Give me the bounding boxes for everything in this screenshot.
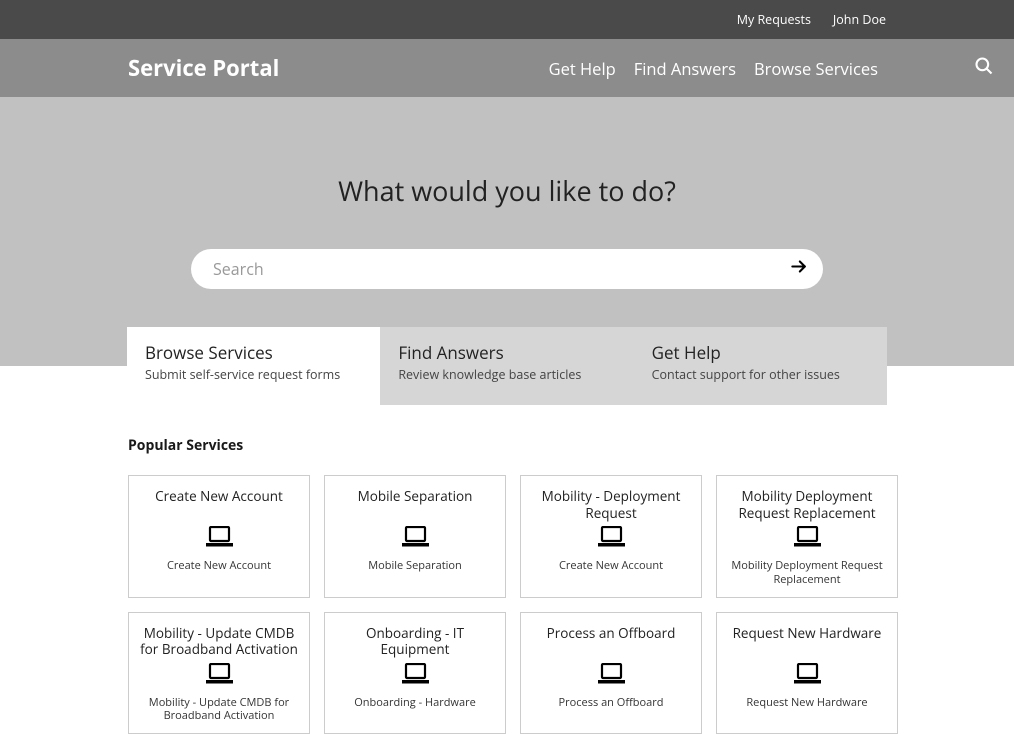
card-title: Mobile Separation	[358, 488, 473, 522]
nav-search-button[interactable]	[974, 56, 994, 81]
card-sub: Mobility Deployment Request Replacement	[725, 559, 889, 587]
search-container	[191, 249, 823, 289]
tab-find-answers[interactable]: Find Answers Review knowledge base artic…	[380, 327, 633, 405]
card-title: Mobility - Update CMDB for Broadband Act…	[137, 625, 301, 659]
card-title: Create New Account	[155, 488, 283, 522]
tab-sub: Review knowledge base articles	[398, 366, 615, 383]
service-card[interactable]: Request New Hardware Request New Hardwar…	[716, 612, 898, 734]
laptop-icon	[401, 663, 430, 690]
card-sub: Mobility - Update CMDB for Broadband Act…	[137, 696, 301, 724]
cards-grid: Create New Account Create New Account Mo…	[128, 475, 886, 734]
hero-title: What would you like to do?	[0, 172, 1014, 209]
hero: What would you like to do? Browse Servic…	[0, 97, 1014, 366]
card-sub: Create New Account	[559, 559, 663, 573]
arrow-right-icon	[789, 257, 809, 282]
laptop-icon	[401, 526, 430, 553]
section-title: Popular Services	[128, 436, 886, 455]
card-sub: Onboarding - Hardware	[354, 696, 476, 710]
tab-sub: Contact support for other issues	[652, 366, 869, 383]
service-card[interactable]: Process an Offboard Process an Offboard	[520, 612, 702, 734]
card-title: Onboarding - IT Equipment	[333, 625, 497, 659]
laptop-icon	[793, 526, 822, 553]
tab-sub: Submit self-service request forms	[145, 366, 362, 383]
nav-bar: Service Portal Get Help Find Answers Bro…	[0, 39, 1014, 97]
laptop-icon	[597, 526, 626, 553]
top-bar: My Requests John Doe	[0, 0, 1014, 39]
tab-title: Browse Services	[145, 341, 362, 364]
tab-title: Find Answers	[398, 341, 615, 364]
laptop-icon	[597, 663, 626, 690]
nav-get-help[interactable]: Get Help	[549, 57, 616, 80]
user-name-link[interactable]: John Doe	[833, 11, 886, 28]
nav-links: Get Help Find Answers Browse Services	[549, 56, 994, 81]
search-submit-button[interactable]	[789, 257, 809, 282]
search-icon	[974, 56, 994, 81]
card-sub: Process an Offboard	[559, 696, 664, 710]
card-sub: Create New Account	[167, 559, 271, 573]
laptop-icon	[205, 663, 234, 690]
service-card[interactable]: Mobility - Deployment Request Create New…	[520, 475, 702, 598]
nav-find-answers[interactable]: Find Answers	[634, 57, 736, 80]
laptop-icon	[205, 526, 234, 553]
search-input[interactable]	[191, 249, 823, 289]
service-card[interactable]: Onboarding - IT Equipment Onboarding - H…	[324, 612, 506, 734]
portal-title: Service Portal	[128, 53, 279, 83]
card-sub: Request New Hardware	[746, 696, 867, 710]
card-sub: Mobile Separation	[368, 559, 462, 573]
card-title: Mobility - Deployment Request	[529, 488, 693, 522]
service-card[interactable]: Mobility Deployment Request Replacement …	[716, 475, 898, 598]
my-requests-link[interactable]: My Requests	[737, 11, 811, 28]
laptop-icon	[793, 663, 822, 690]
card-title: Request New Hardware	[733, 625, 882, 659]
service-card[interactable]: Create New Account Create New Account	[128, 475, 310, 598]
content: Popular Services Create New Account Crea…	[0, 366, 1014, 734]
tabs-row: Browse Services Submit self-service requ…	[127, 327, 887, 405]
service-card[interactable]: Mobility - Update CMDB for Broadband Act…	[128, 612, 310, 734]
nav-browse-services[interactable]: Browse Services	[754, 57, 878, 80]
tab-get-help[interactable]: Get Help Contact support for other issue…	[634, 327, 887, 405]
service-card[interactable]: Mobile Separation Mobile Separation	[324, 475, 506, 598]
card-title: Process an Offboard	[547, 625, 676, 659]
tab-browse-services[interactable]: Browse Services Submit self-service requ…	[127, 327, 380, 405]
tab-title: Get Help	[652, 341, 869, 364]
card-title: Mobility Deployment Request Replacement	[725, 488, 889, 522]
